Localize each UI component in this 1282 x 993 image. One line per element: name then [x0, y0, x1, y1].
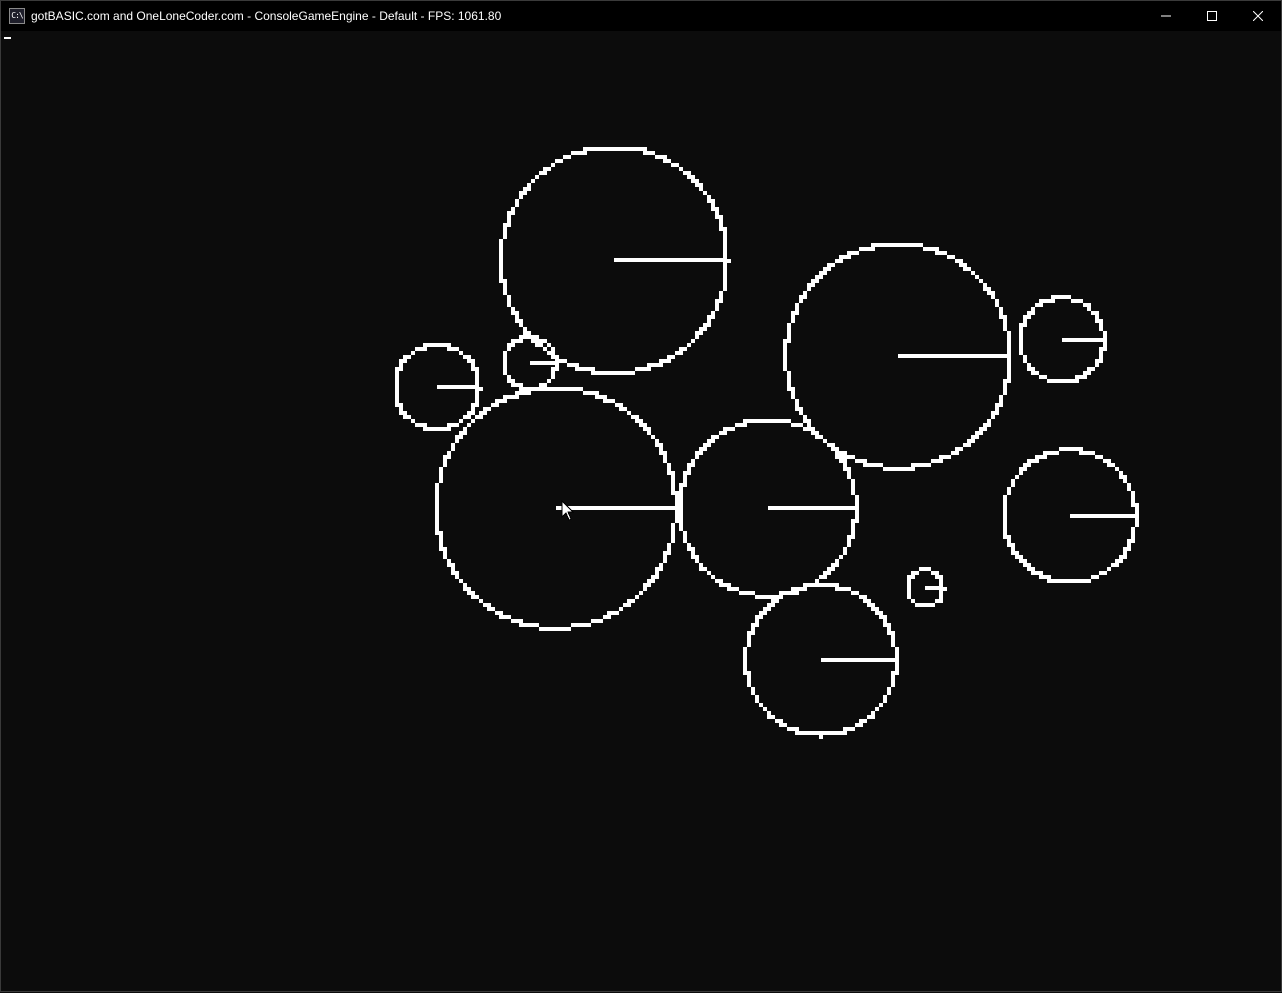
ball[interactable] [743, 583, 899, 739]
ball[interactable] [499, 147, 731, 375]
ball[interactable] [435, 387, 679, 631]
ball[interactable] [679, 419, 859, 599]
ball[interactable] [503, 335, 559, 391]
ball-heading-line [530, 361, 556, 365]
ball-heading-line [614, 258, 727, 262]
ball[interactable] [907, 567, 947, 607]
mouse-pointer-icon [561, 499, 575, 521]
ball-heading-line [768, 506, 856, 510]
ball[interactable] [1019, 295, 1107, 383]
ball[interactable] [1003, 447, 1139, 583]
ball-heading-line [925, 586, 943, 590]
console-canvas[interactable] [1, 31, 1281, 991]
console-window: C:\ gotBASIC.com and OneLoneCoder.com - … [0, 0, 1282, 992]
ball-heading-line [1062, 338, 1104, 342]
ball[interactable] [395, 343, 483, 431]
balls-scene[interactable] [1, 1, 1282, 993]
ball-heading-line [821, 658, 896, 662]
ball-heading-line [556, 506, 676, 510]
ball-heading-line [437, 385, 479, 389]
ball-heading-line [898, 354, 1010, 358]
ball-heading-line [1070, 514, 1136, 518]
